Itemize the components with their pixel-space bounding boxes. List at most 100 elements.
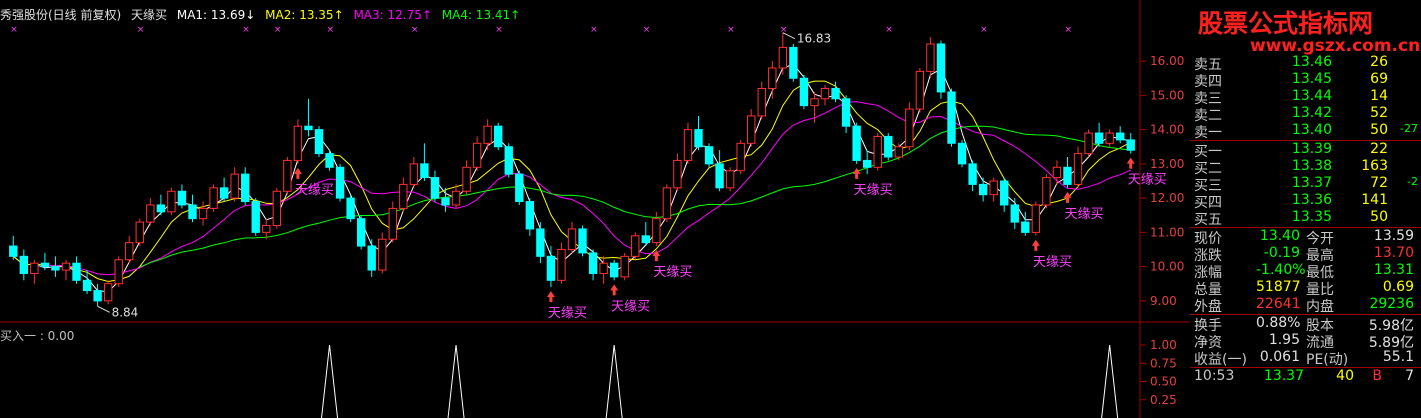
ask-label: 卖一 <box>1194 125 1222 141</box>
candle-body <box>799 77 809 107</box>
candle-body <box>451 190 461 206</box>
top-marker: × <box>327 25 335 35</box>
candle-body <box>1021 221 1030 233</box>
bid-row: 买四 13.36 141 <box>1194 192 1421 211</box>
ask-volume: 50 <box>1370 122 1388 138</box>
candle-body <box>588 252 598 274</box>
sub-y-tick-label: 0.25 <box>1150 393 1177 407</box>
candle-body <box>609 262 619 278</box>
bid-change: -2 <box>1407 175 1418 188</box>
quote-value: 13.59 <box>1373 228 1414 244</box>
y-tick-label: 9.00 <box>1150 294 1177 308</box>
top-marker: × <box>590 25 598 35</box>
tick-volume: 40 <box>1336 368 1354 384</box>
candle-body <box>725 170 735 189</box>
ask-price: 13.44 <box>1291 88 1332 104</box>
quote-row: 收益(一) 0.061 PE(动) 55.1 <box>1194 349 1421 368</box>
candle-body <box>283 159 292 192</box>
bid-volume: 72 <box>1370 175 1388 191</box>
candle-body <box>778 46 788 69</box>
ask-price: 13.40 <box>1291 122 1332 138</box>
candle-body <box>156 204 166 213</box>
candle-body <box>399 183 408 209</box>
candle-body <box>367 245 376 271</box>
candle-body <box>599 262 608 274</box>
sub-indicator-title: 买入一 : 0.00 <box>0 329 75 343</box>
quote-row: 涨幅 -1.40% 最低 13.31 <box>1194 262 1421 281</box>
quote-value: 55.1 <box>1382 349 1414 365</box>
candle-body <box>241 173 250 203</box>
candle-body <box>862 159 872 168</box>
y-tick-label: 16.00 <box>1150 54 1184 68</box>
ask-row: 卖二 13.42 52 <box>1194 105 1421 124</box>
quote-value: 13.70 <box>1373 245 1414 261</box>
candle-body <box>873 135 882 168</box>
quote-label: PE(动) <box>1306 352 1349 368</box>
bid-price: 13.38 <box>1291 158 1332 174</box>
candle-body <box>915 70 925 110</box>
candle-body <box>293 125 303 161</box>
kline-chart[interactable]: 16.00 15.00 14.00 13.00 12.00 11.00 10.00 9.00 1… <box>0 0 1190 418</box>
candle-body <box>789 46 798 79</box>
tick-side: B <box>1372 368 1382 384</box>
buy-signal-label: 天缘买 <box>1128 173 1167 188</box>
candle-body <box>631 235 640 257</box>
sub-y-tick-label: 0.50 <box>1150 375 1177 389</box>
candle-body <box>831 88 840 100</box>
ask-volume: 52 <box>1370 105 1388 121</box>
top-marker: × <box>137 25 145 35</box>
candle-body <box>757 88 766 117</box>
sub-y-tick-label: 1.00 <box>1150 338 1177 352</box>
y-tick-label: 13.00 <box>1150 157 1184 171</box>
candle-body <box>768 67 777 90</box>
quote-value: -0.19 <box>1263 245 1300 261</box>
candle-body <box>936 43 946 93</box>
ask-volume: 26 <box>1370 54 1388 70</box>
buy-signal-label: 天缘买 <box>611 299 650 314</box>
top-marker: × <box>727 25 735 35</box>
bid-volume: 22 <box>1370 141 1388 157</box>
ask-row: 卖一 13.40 50 -27 <box>1194 122 1421 141</box>
buy-signal-label: 天缘买 <box>854 183 893 198</box>
sub-y-tick-label: 0.75 <box>1150 356 1177 370</box>
candle-body <box>72 262 81 281</box>
ma4-value: MA4: 13.41↑ <box>441 8 521 22</box>
candle-body <box>641 235 650 244</box>
top-marker: × <box>242 25 250 35</box>
ask-volume: 14 <box>1370 88 1388 104</box>
quote-row: 涨跌 -0.19 最高 13.70 <box>1194 245 1421 264</box>
candle-body <box>989 180 998 196</box>
quote-row: 总量 51877 量比 0.69 <box>1194 279 1421 298</box>
candle-body <box>884 135 893 158</box>
candle-body <box>1094 132 1104 144</box>
candle-body <box>472 142 482 168</box>
buy-signal-label: 天缘买 <box>548 306 587 321</box>
tick-count: 7 <box>1405 368 1414 384</box>
buy-arrow-icon <box>852 167 861 179</box>
tick-row: 10:53 13.37 40 B 7 <box>1194 368 1421 385</box>
y-tick-label: 15.00 <box>1150 88 1184 102</box>
candle-body <box>388 207 397 240</box>
buy-arrow-icon <box>1126 157 1135 169</box>
candle-body <box>683 129 693 161</box>
candle-body <box>694 129 703 148</box>
top-marker: × <box>411 25 419 35</box>
candle-body <box>536 228 545 257</box>
quote-row: 净资 1.95 流通 5.89亿 <box>1194 332 1421 351</box>
ask-price: 13.45 <box>1291 71 1332 87</box>
candle-body <box>1052 166 1062 179</box>
ma1-value: MA1: 13.69↓ <box>176 8 256 22</box>
candle-body <box>620 255 629 278</box>
y-tick-label: 14.00 <box>1150 123 1184 137</box>
y-tick-label: 10.00 <box>1150 260 1184 274</box>
top-marker: × <box>274 25 282 35</box>
ask-row: 卖四 13.45 69 <box>1194 71 1421 90</box>
candle-body <box>567 228 577 250</box>
candle-body <box>1073 153 1083 185</box>
buy-signal-label: 天缘买 <box>1033 255 1072 270</box>
candle-body <box>704 146 714 165</box>
candle-body <box>93 290 102 302</box>
candle-body <box>146 204 155 223</box>
candle-body <box>409 163 419 185</box>
candle-body <box>736 142 745 172</box>
